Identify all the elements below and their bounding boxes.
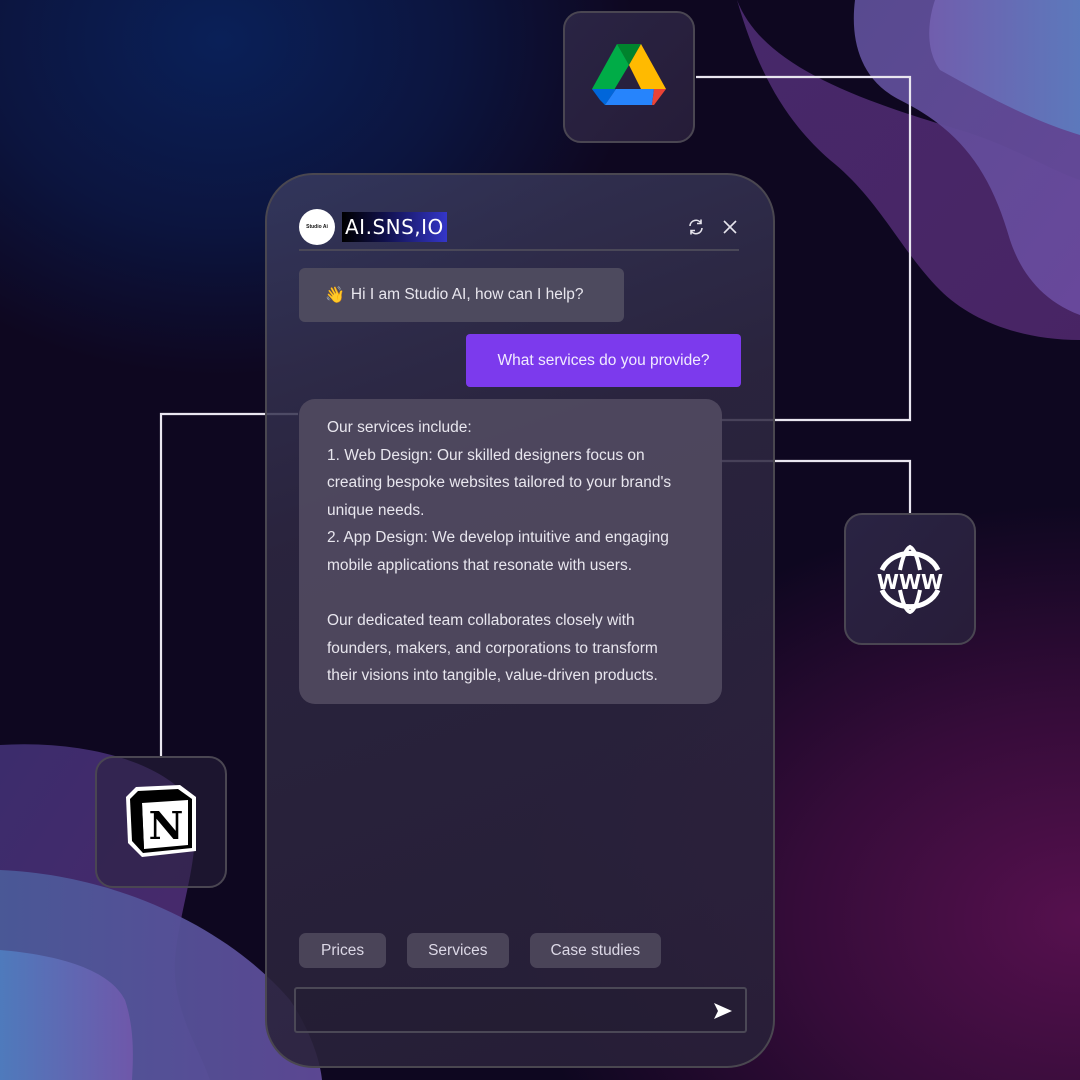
user-message-text: What services do you provide? [497,351,710,369]
notion-icon: N [126,785,196,857]
quick-reply-case-studies[interactable]: Case studies [529,933,662,968]
message-line: Our services include: [327,419,472,436]
message-line-blank [327,580,696,608]
send-icon [714,1003,732,1019]
send-button[interactable] [713,1001,733,1021]
message-line: mobile applications that resonate with u… [327,556,632,574]
chat-widget: Studio Ai AI.SNS,IO 👋 Hi I am Studio AI,… [265,173,775,1068]
bot-message: 👋 Hi I am Studio AI, how can I help? [299,268,624,322]
message-line: unique needs. [327,501,425,519]
quick-replies: Prices Services Case studies [299,933,662,968]
bot-message-text: Hi I am Studio AI, how can I help? [350,286,584,303]
chat-header: Studio Ai AI.SNS,IO [299,205,739,249]
message-line: founders, makers, and corporations to tr… [327,639,658,657]
close-icon [723,220,737,234]
message-line: creating bespoke websites tailored to yo… [327,474,672,492]
message-input[interactable] [304,995,698,1027]
www-globe-icon: WWW [877,544,943,614]
message-line: 1. Web Design: Our skilled designers foc… [327,446,645,464]
quick-reply-services[interactable]: Services [407,933,509,968]
waving-hand-icon: 👋 [325,287,345,304]
header-divider [299,249,739,251]
quick-reply-prices[interactable]: Prices [299,933,387,968]
refresh-button[interactable] [687,218,705,236]
svg-text:WWW: WWW [877,570,943,594]
message-composer [294,987,747,1033]
brand-text: AI.SNS,IO [345,215,444,239]
google-drive-icon [592,44,666,105]
google-drive-tile[interactable] [563,11,695,143]
close-button[interactable] [721,218,739,236]
user-message: What services do you provide? [466,334,741,387]
brand-logo: AI.SNS,IO [342,212,447,242]
message-line: 2. App Design: We develop intuitive and … [327,529,669,547]
website-tile[interactable]: WWW [844,513,976,645]
avatar: Studio Ai [299,209,335,245]
notion-tile[interactable]: N [95,756,227,888]
message-line: their visions into tangible, value-drive… [327,667,658,685]
svg-text:N: N [149,803,184,848]
avatar-text: Studio Ai [306,224,328,230]
bot-message-services: Our services include: 1. Web Design: Our… [299,399,722,704]
refresh-icon [689,219,703,235]
message-line: Our dedicated team collaborates closely … [327,612,635,630]
